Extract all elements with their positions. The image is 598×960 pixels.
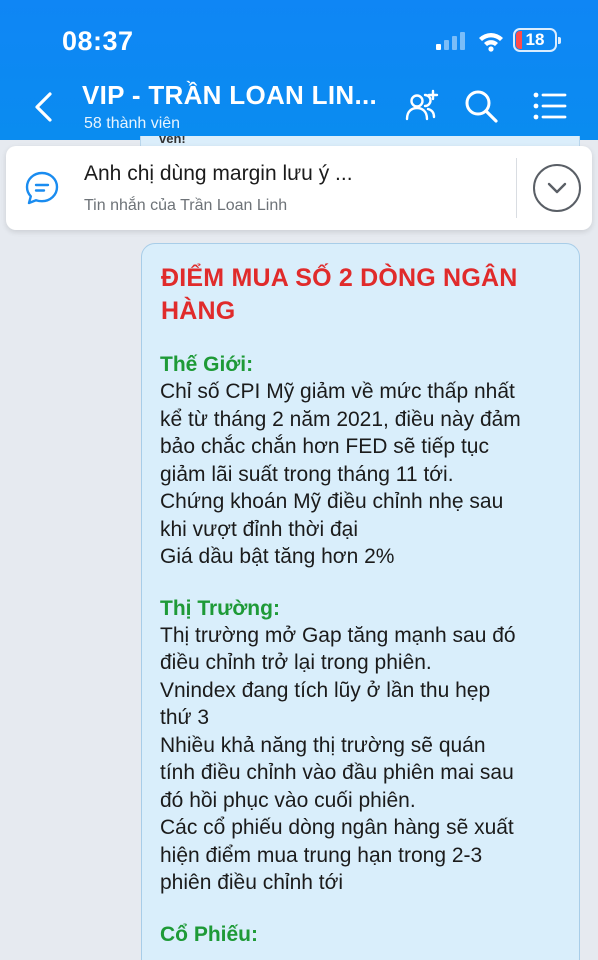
menu-icon[interactable] xyxy=(532,88,568,124)
section-heading: Thị Trường: xyxy=(160,596,280,620)
chat-header: 08:37 18 VIP - TRẦN LOAN LIN... 58 thành… xyxy=(0,0,598,140)
battery-level: 18 xyxy=(525,30,545,49)
message-line: Các cổ phiếu dòng ngân hàng sẽ xuất xyxy=(160,816,514,839)
add-member-icon[interactable] xyxy=(404,88,440,124)
section-heading: Cổ Phiếu: xyxy=(160,922,258,946)
previous-message-text: veh! xyxy=(159,136,186,146)
search-icon[interactable] xyxy=(463,88,499,124)
divider xyxy=(516,158,517,218)
message-line: Chỉ số CPI Mỹ giảm về mức thấp nhất xyxy=(160,380,515,403)
message-title: ĐIỂM MUA SỐ 2 DÒNG NGÂN HÀNG xyxy=(161,264,518,325)
message-line: bảo chắc chắn hơn FED sẽ tiếp tục xyxy=(160,435,489,458)
section-heading: Thế Giới: xyxy=(160,353,254,376)
battery-icon: 18 xyxy=(513,28,561,52)
chevron-down-icon xyxy=(547,182,567,194)
message-line: Nhiều khả năng thị trường sẽ quán xyxy=(160,733,486,757)
message-line: Chứng khoán Mỹ điều chỉnh nhẹ sau xyxy=(160,490,504,513)
expand-pinned-button[interactable] xyxy=(533,164,581,212)
message-line: giảm lãi suất trong tháng 11 tới. xyxy=(160,462,454,486)
message-line: Thị trường mở Gap tăng mạnh sau đó xyxy=(160,623,516,647)
chat-bubble-icon xyxy=(25,171,59,205)
message-body: Thế Giới: Chỉ số CPI Mỹ giảm về mức thấp … xyxy=(160,351,561,948)
pinned-message-bar[interactable]: Anh chị dùng margin lưu ý ... Tin nhắn c… xyxy=(6,146,592,230)
message-line: kể từ tháng 2 năm 2021, điều này đảm xyxy=(160,407,521,431)
cellular-signal-icon xyxy=(436,32,470,50)
member-count[interactable]: 58 thành viên xyxy=(84,115,180,133)
back-chevron-icon[interactable] xyxy=(30,90,58,124)
wifi-icon xyxy=(479,33,503,52)
message-line: khi vượt đỉnh thời đại xyxy=(160,517,359,541)
message-line: Giá dầu bật tăng hơn 2% xyxy=(160,545,395,568)
pinned-message-text: Anh chị dùng margin lưu ý ... xyxy=(84,162,353,185)
message-line: hiện điểm mua trung hạn trong 2-3 xyxy=(160,843,483,867)
message-line: điều chỉnh trở lại trong phiên. xyxy=(160,651,432,674)
message-line: Vnindex đang tích lũy ở lần thu hẹp xyxy=(160,678,491,702)
group-title[interactable]: VIP - TRẦN LOAN LIN... xyxy=(82,80,377,111)
status-time: 08:37 xyxy=(62,26,134,56)
pinned-message-sender: Tin nhắn của Trần Loan Linh xyxy=(84,197,288,214)
message-line: tính điều chỉnh vào đầu phiên mai sau xyxy=(160,761,514,784)
message-line: đó hồi phục vào cuối phiên. xyxy=(160,788,416,812)
message-bubble[interactable]: ĐIỂM MUA SỐ 2 DÒNG NGÂN HÀNG Thế Giới: Ch… xyxy=(141,243,580,960)
message-line: thứ 3 xyxy=(160,706,210,729)
message-line: phiên điều chỉnh tới xyxy=(160,871,344,894)
